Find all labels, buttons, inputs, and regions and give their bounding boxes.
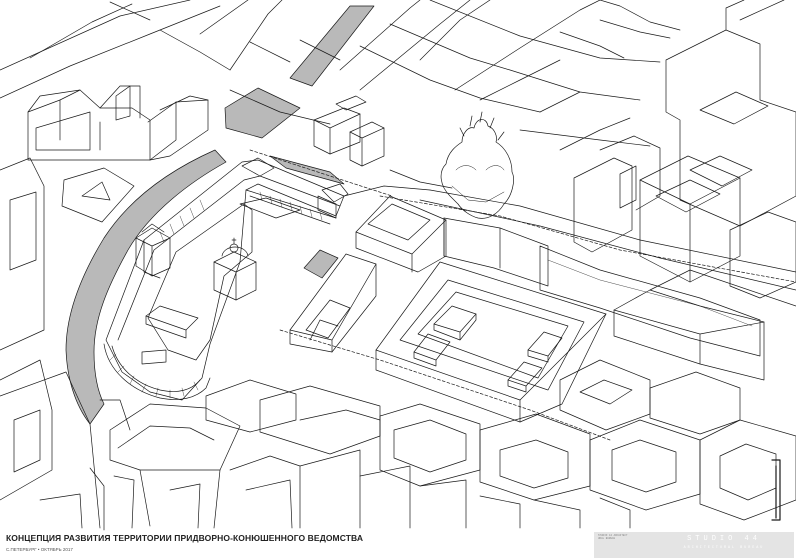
palace-main-complex: [103, 157, 349, 401]
drawing-subtitle: С.ПЕТЕРБУРГ • ОКТЯБРЬ 2017: [6, 547, 73, 552]
triangular-block-inner: [81, 181, 111, 201]
buildings-central: [289, 195, 796, 423]
studio-name: STUDIO 44: [687, 535, 761, 543]
canal-small: [303, 249, 339, 279]
buildings-left-edge: [0, 157, 53, 501]
buildings-bottom: [0, 359, 796, 531]
axonometric-site-drawing: [0, 0, 796, 531]
building-cluster-top-left: [27, 85, 209, 161]
buildings-top-right: [573, 0, 796, 299]
moika-canal: [289, 5, 375, 87]
studio-subtitle: ARCHITECTURAL BUREAU: [683, 546, 765, 550]
griboedov-canal: [224, 87, 301, 139]
buildings-small-cluster: [313, 95, 385, 167]
left-canal: [65, 149, 227, 425]
studio-small-text: STUDIO 44 ARCHITECTURAL BUREAU: [598, 534, 628, 541]
drawing-title: КОНЦЕПЦИЯ РАЗВИТИЯ ТЕРРИТОРИИ ПРИДВОРНО-…: [6, 533, 364, 543]
cathedral-domes: [459, 111, 505, 141]
